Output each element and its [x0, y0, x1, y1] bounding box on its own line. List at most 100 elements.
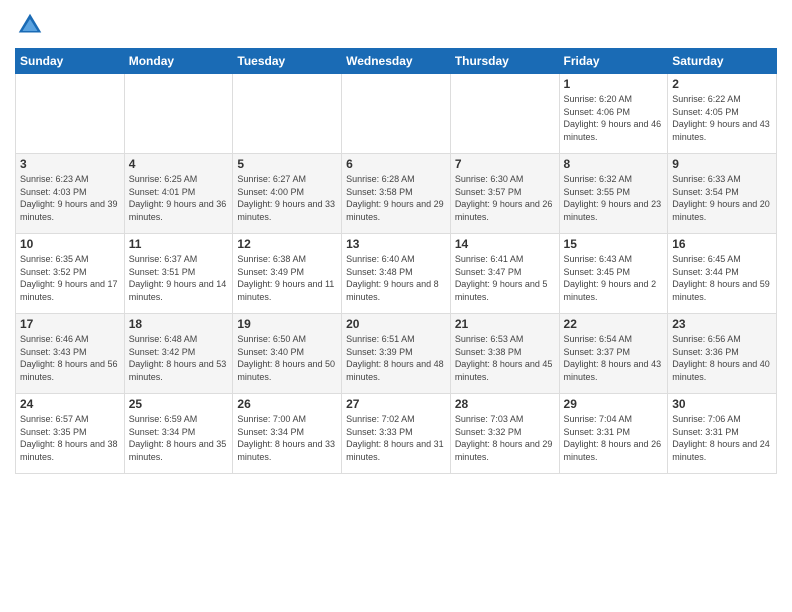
calendar-header-thursday: Thursday: [450, 49, 559, 74]
calendar-cell-7: 3Sunrise: 6:23 AMSunset: 4:03 PMDaylight…: [16, 154, 125, 234]
day-number: 5: [237, 157, 337, 171]
calendar-cell-33: 29 Sunrise: 7:04 AMSunset: 3:31 PMDayligh…: [559, 394, 668, 474]
day-info: Sunrise: 6:59 AMSunset: 3:34 PMDaylight:…: [129, 413, 229, 463]
calendar-cell-0: [16, 74, 125, 154]
calendar-header-wednesday: Wednesday: [342, 49, 451, 74]
calendar-cell-19: 15 Sunrise: 6:43 AMSunset: 3:45 PMDayligh…: [559, 234, 668, 314]
calendar-cell-10: 6 Sunrise: 6:28 AMSunset: 3:58 PMDaylight…: [342, 154, 451, 234]
day-info: Sunrise: 6:37 AMSunset: 3:51 PMDaylight:…: [129, 253, 229, 303]
logo: [15, 10, 49, 40]
day-info: Sunrise: 6:35 AMSunset: 3:52 PMDaylight:…: [20, 253, 120, 303]
calendar-cell-15: 11 Sunrise: 6:37 AMSunset: 3:51 PMDayligh…: [124, 234, 233, 314]
calendar-week-0: 1Sunrise: 6:20 AMSunset: 4:06 PMDaylight…: [16, 74, 777, 154]
day-number: 25: [129, 397, 229, 411]
day-number: 28: [455, 397, 555, 411]
day-number: 30: [672, 397, 772, 411]
calendar-table: SundayMondayTuesdayWednesdayThursdayFrid…: [15, 48, 777, 474]
day-number: 18: [129, 317, 229, 331]
calendar-cell-28: 24 Sunrise: 6:57 AMSunset: 3:35 PMDayligh…: [16, 394, 125, 474]
day-number: 20: [346, 317, 446, 331]
day-info: Sunrise: 6:56 AMSunset: 3:36 PMDaylight:…: [672, 333, 772, 383]
calendar-week-2: 10 Sunrise: 6:35 AMSunset: 3:52 PMDayligh…: [16, 234, 777, 314]
day-info: Sunrise: 7:03 AMSunset: 3:32 PMDaylight:…: [455, 413, 555, 463]
calendar-header-friday: Friday: [559, 49, 668, 74]
calendar-cell-13: 9Sunrise: 6:33 AMSunset: 3:54 PMDaylight…: [668, 154, 777, 234]
calendar-cell-25: 21Sunrise: 6:53 AMSunset: 3:38 PMDayligh…: [450, 314, 559, 394]
day-info: Sunrise: 7:06 AMSunset: 3:31 PMDaylight:…: [672, 413, 772, 463]
calendar-cell-29: 25 Sunrise: 6:59 AMSunset: 3:34 PMDayligh…: [124, 394, 233, 474]
day-info: Sunrise: 6:48 AMSunset: 3:42 PMDaylight:…: [129, 333, 229, 383]
calendar-cell-9: 5 Sunrise: 6:27 AMSunset: 4:00 PMDaylight…: [233, 154, 342, 234]
calendar-header-saturday: Saturday: [668, 49, 777, 74]
day-number: 12: [237, 237, 337, 251]
calendar-week-1: 3Sunrise: 6:23 AMSunset: 4:03 PMDaylight…: [16, 154, 777, 234]
day-info: Sunrise: 6:23 AMSunset: 4:03 PMDaylight:…: [20, 173, 120, 223]
calendar-cell-11: 7 Sunrise: 6:30 AMSunset: 3:57 PMDaylight…: [450, 154, 559, 234]
calendar-header-monday: Monday: [124, 49, 233, 74]
day-info: Sunrise: 6:54 AMSunset: 3:37 PMDaylight:…: [564, 333, 664, 383]
logo-icon: [15, 10, 45, 40]
day-info: Sunrise: 6:25 AMSunset: 4:01 PMDaylight:…: [129, 173, 229, 223]
day-info: Sunrise: 6:41 AMSunset: 3:47 PMDaylight:…: [455, 253, 555, 303]
day-number: 10: [20, 237, 120, 251]
day-number: 17: [20, 317, 120, 331]
calendar-cell-2: [233, 74, 342, 154]
day-number: 11: [129, 237, 229, 251]
page: SundayMondayTuesdayWednesdayThursdayFrid…: [0, 0, 792, 612]
day-number: 4: [129, 157, 229, 171]
calendar-cell-5: 1Sunrise: 6:20 AMSunset: 4:06 PMDaylight…: [559, 74, 668, 154]
calendar-cell-18: 14 Sunrise: 6:41 AMSunset: 3:47 PMDayligh…: [450, 234, 559, 314]
day-number: 16: [672, 237, 772, 251]
calendar-cell-26: 22Sunrise: 6:54 AMSunset: 3:37 PMDayligh…: [559, 314, 668, 394]
day-info: Sunrise: 6:51 AMSunset: 3:39 PMDaylight:…: [346, 333, 446, 383]
day-number: 15: [564, 237, 664, 251]
day-info: Sunrise: 6:30 AMSunset: 3:57 PMDaylight:…: [455, 173, 555, 223]
day-info: Sunrise: 6:27 AMSunset: 4:00 PMDaylight:…: [237, 173, 337, 223]
day-number: 13: [346, 237, 446, 251]
calendar-cell-12: 8Sunrise: 6:32 AMSunset: 3:55 PMDaylight…: [559, 154, 668, 234]
calendar-cell-1: [124, 74, 233, 154]
calendar-cell-4: [450, 74, 559, 154]
calendar-header-sunday: Sunday: [16, 49, 125, 74]
day-info: Sunrise: 6:45 AMSunset: 3:44 PMDaylight:…: [672, 253, 772, 303]
calendar-week-3: 17 Sunrise: 6:46 AMSunset: 3:43 PMDayligh…: [16, 314, 777, 394]
calendar-cell-23: 19 Sunrise: 6:50 AMSunset: 3:40 PMDayligh…: [233, 314, 342, 394]
day-info: Sunrise: 6:22 AMSunset: 4:05 PMDaylight:…: [672, 93, 772, 143]
calendar-cell-8: 4 Sunrise: 6:25 AMSunset: 4:01 PMDaylight…: [124, 154, 233, 234]
calendar-cell-27: 23Sunrise: 6:56 AMSunset: 3:36 PMDayligh…: [668, 314, 777, 394]
calendar-cell-14: 10 Sunrise: 6:35 AMSunset: 3:52 PMDayligh…: [16, 234, 125, 314]
calendar-cell-31: 27 Sunrise: 7:02 AMSunset: 3:33 PMDayligh…: [342, 394, 451, 474]
calendar-cell-30: 26Sunrise: 7:00 AMSunset: 3:34 PMDayligh…: [233, 394, 342, 474]
day-number: 21: [455, 317, 555, 331]
day-number: 29: [564, 397, 664, 411]
day-info: Sunrise: 6:46 AMSunset: 3:43 PMDaylight:…: [20, 333, 120, 383]
day-number: 19: [237, 317, 337, 331]
day-number: 8: [564, 157, 664, 171]
calendar-cell-24: 20 Sunrise: 6:51 AMSunset: 3:39 PMDayligh…: [342, 314, 451, 394]
day-number: 7: [455, 157, 555, 171]
day-number: 26: [237, 397, 337, 411]
day-info: Sunrise: 6:50 AMSunset: 3:40 PMDaylight:…: [237, 333, 337, 383]
day-number: 24: [20, 397, 120, 411]
calendar-cell-16: 12Sunrise: 6:38 AMSunset: 3:49 PMDayligh…: [233, 234, 342, 314]
calendar-cell-32: 28 Sunrise: 7:03 AMSunset: 3:32 PMDayligh…: [450, 394, 559, 474]
header: [15, 10, 777, 40]
day-number: 14: [455, 237, 555, 251]
calendar-week-4: 24 Sunrise: 6:57 AMSunset: 3:35 PMDayligh…: [16, 394, 777, 474]
day-info: Sunrise: 6:43 AMSunset: 3:45 PMDaylight:…: [564, 253, 664, 303]
day-number: 6: [346, 157, 446, 171]
calendar-cell-21: 17 Sunrise: 6:46 AMSunset: 3:43 PMDayligh…: [16, 314, 125, 394]
calendar-cell-3: [342, 74, 451, 154]
day-info: Sunrise: 6:40 AMSunset: 3:48 PMDaylight:…: [346, 253, 446, 303]
day-info: Sunrise: 6:20 AMSunset: 4:06 PMDaylight:…: [564, 93, 664, 143]
day-info: Sunrise: 6:57 AMSunset: 3:35 PMDaylight:…: [20, 413, 120, 463]
day-number: 27: [346, 397, 446, 411]
calendar-cell-17: 13 Sunrise: 6:40 AMSunset: 3:48 PMDayligh…: [342, 234, 451, 314]
day-info: Sunrise: 6:33 AMSunset: 3:54 PMDaylight:…: [672, 173, 772, 223]
calendar-header-row: SundayMondayTuesdayWednesdayThursdayFrid…: [16, 49, 777, 74]
day-info: Sunrise: 7:04 AMSunset: 3:31 PMDaylight:…: [564, 413, 664, 463]
day-info: Sunrise: 7:02 AMSunset: 3:33 PMDaylight:…: [346, 413, 446, 463]
day-info: Sunrise: 6:28 AMSunset: 3:58 PMDaylight:…: [346, 173, 446, 223]
calendar-cell-20: 16 Sunrise: 6:45 AMSunset: 3:44 PMDayligh…: [668, 234, 777, 314]
calendar-cell-22: 18 Sunrise: 6:48 AMSunset: 3:42 PMDayligh…: [124, 314, 233, 394]
